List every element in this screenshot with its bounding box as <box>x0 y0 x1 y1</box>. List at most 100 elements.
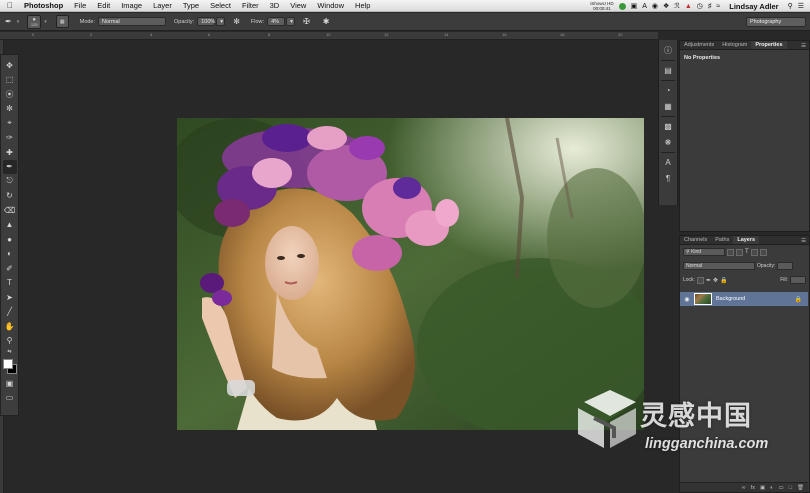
panel-menu-icon[interactable]: ☰ <box>801 43 806 49</box>
airbrush-icon[interactable]: ✠ <box>303 17 310 26</box>
mode-select[interactable]: Normal <box>98 17 167 26</box>
layer-style-icon[interactable]: fx <box>751 485 755 491</box>
quick-select-tool-icon[interactable]: ✼ <box>3 102 17 117</box>
paint-bucket-tool-icon[interactable]: ▲ <box>3 218 17 233</box>
adobe-icon[interactable]: A <box>642 3 647 10</box>
filter-kind-select[interactable]: ⚲ Kind <box>683 248 725 256</box>
history-panel-icon[interactable]: ▤ <box>662 64 675 77</box>
layer-visibility-eye-icon[interactable]: ◉ <box>680 296 694 303</box>
brush-size-dropdown-icon[interactable]: ▾ <box>44 19 47 25</box>
menu-edit[interactable]: Edit <box>97 1 110 10</box>
brush-tool-preset-icon[interactable]: ✒ <box>5 17 12 26</box>
healing-brush-tool-icon[interactable]: ✚ <box>3 145 17 160</box>
filter-shape-icon[interactable] <box>750 248 758 256</box>
lock-all-icon[interactable]: 🔒 <box>720 277 727 284</box>
pressure-size-icon[interactable]: ✱ <box>323 17 330 26</box>
menu-app-name[interactable]: Photoshop <box>24 1 63 10</box>
filter-type-icon[interactable]: T <box>745 249 749 255</box>
brush-panel-icon[interactable]: ❋ <box>662 136 675 149</box>
bluetooth-icon[interactable]: ℛ <box>674 2 680 10</box>
marquee-tool-icon[interactable]: ⬚ <box>3 73 17 88</box>
history-brush-tool-icon[interactable]: ↻ <box>3 189 17 204</box>
display-icon[interactable]: ▣ <box>631 2 638 10</box>
opacity-dropdown[interactable]: ▾ <box>216 17 226 26</box>
menu-image[interactable]: Image <box>121 1 142 10</box>
eraser-tool-icon[interactable]: ⌫ <box>3 203 17 218</box>
menu-3d[interactable]: 3D <box>270 1 280 10</box>
tab-properties[interactable]: Properties <box>751 41 787 49</box>
preset-dropdown-icon[interactable]: ▾ <box>17 19 20 25</box>
workspace-switcher[interactable]: Photography <box>746 17 806 27</box>
lock-pixels-icon[interactable]: ✒ <box>706 277 711 284</box>
menu-help[interactable]: Help <box>355 1 370 10</box>
tab-paths[interactable]: Paths <box>711 236 733 244</box>
lock-transparent-icon[interactable] <box>696 276 704 284</box>
brush-presets-panel-icon[interactable]: ▩ <box>662 120 675 133</box>
character-panel-icon[interactable]: A <box>662 156 675 169</box>
quick-mask-icon[interactable]: ▣ <box>3 376 17 391</box>
fill-field[interactable] <box>790 276 806 284</box>
blend-mode-select[interactable]: Normal <box>683 262 755 270</box>
brush-size-picker[interactable]: ● 125 <box>27 14 42 29</box>
wifi-icon[interactable]: ≈ <box>716 3 720 10</box>
notification-center-icon[interactable]: ☰ <box>798 2 804 10</box>
dropbox-icon[interactable]: ❖ <box>663 2 669 10</box>
filter-pixel-icon[interactable] <box>727 248 734 256</box>
new-adjustment-icon[interactable]: ◐ <box>770 485 773 491</box>
panel-menu-icon[interactable]: ☰ <box>801 238 806 244</box>
spotlight-search-icon[interactable]: ⚲ <box>788 2 793 10</box>
menu-layer[interactable]: Layer <box>153 1 172 10</box>
document-photo[interactable] <box>177 118 644 430</box>
swap-colors-icon[interactable]: ⇆ <box>3 348 17 356</box>
filter-adjust-icon[interactable] <box>736 248 743 256</box>
menu-filter[interactable]: Filter <box>242 1 259 10</box>
tab-histogram[interactable]: Histogram <box>718 41 751 49</box>
link-layers-icon[interactable]: ∞ <box>742 485 746 491</box>
new-layer-icon[interactable]: □ <box>789 485 792 491</box>
flow-dropdown[interactable]: ▾ <box>286 17 296 26</box>
record-status-icon[interactable] <box>618 2 626 10</box>
apple-icon[interactable]:  <box>0 1 20 10</box>
info-panel-icon[interactable]: ⓘ <box>662 44 675 57</box>
line-tool-icon[interactable]: ╱ <box>3 305 17 320</box>
move-tool-icon[interactable]: ✥ <box>3 58 17 73</box>
color-panel-icon[interactable]: ◔ <box>662 84 675 97</box>
eyedropper-tool-icon[interactable]: ✑ <box>3 131 17 146</box>
tab-channels[interactable]: Channels <box>680 236 711 244</box>
color-swatches[interactable] <box>2 358 18 376</box>
add-mask-icon[interactable]: ▣ <box>760 485 765 491</box>
menu-select[interactable]: Select <box>210 1 231 10</box>
menu-file[interactable]: File <box>74 1 86 10</box>
lock-position-icon[interactable]: ✥ <box>713 277 718 284</box>
clone-stamp-tool-icon[interactable]: ⎋ <box>3 174 17 189</box>
screen-mode-icon[interactable]: ▭ <box>3 391 17 406</box>
menu-view[interactable]: View <box>290 1 306 10</box>
user-name[interactable]: Lindsay Adler <box>729 2 778 11</box>
paragraph-panel-icon[interactable]: ¶ <box>662 172 675 185</box>
type-tool-icon[interactable]: T <box>3 276 17 291</box>
dodge-tool-icon[interactable]: ◐ <box>3 247 17 262</box>
tab-layers[interactable]: Layers <box>733 236 760 244</box>
brush-panel-toggle[interactable]: ▦ <box>55 15 69 28</box>
crop-tool-icon[interactable]: ⌖ <box>3 116 17 131</box>
opacity-field[interactable]: 100% <box>197 17 215 26</box>
new-group-icon[interactable]: ▭ <box>778 485 783 491</box>
path-select-tool-icon[interactable]: ➤ <box>3 290 17 305</box>
flow-field[interactable]: 4% <box>267 17 286 26</box>
time-machine-icon[interactable]: ◷ <box>697 2 703 10</box>
swatches-panel-icon[interactable]: ▦ <box>662 100 675 113</box>
recording-info[interactable]: iShowU HD 00:00:41 <box>590 1 613 11</box>
delete-layer-icon[interactable]: 🗑 <box>797 485 804 491</box>
eye-sync-icon[interactable]: ◉ <box>652 2 658 10</box>
blur-tool-icon[interactable]: ● <box>3 232 17 247</box>
menu-window[interactable]: Window <box>317 1 344 10</box>
tab-adjustments[interactable]: Adjustments <box>680 41 718 49</box>
pressure-opacity-icon[interactable]: ✻ <box>233 17 240 26</box>
layer-opacity-field[interactable] <box>777 262 794 270</box>
foreground-color-swatch[interactable] <box>2 359 13 369</box>
filter-smart-icon[interactable] <box>759 248 767 256</box>
layer-row-background[interactable]: ◉ Background 🔒 <box>680 292 808 306</box>
volume-icon[interactable]: ♯ <box>708 3 712 10</box>
pen-tool-icon[interactable]: ✐ <box>3 261 17 276</box>
zoom-tool-icon[interactable]: ⚲ <box>3 334 17 349</box>
